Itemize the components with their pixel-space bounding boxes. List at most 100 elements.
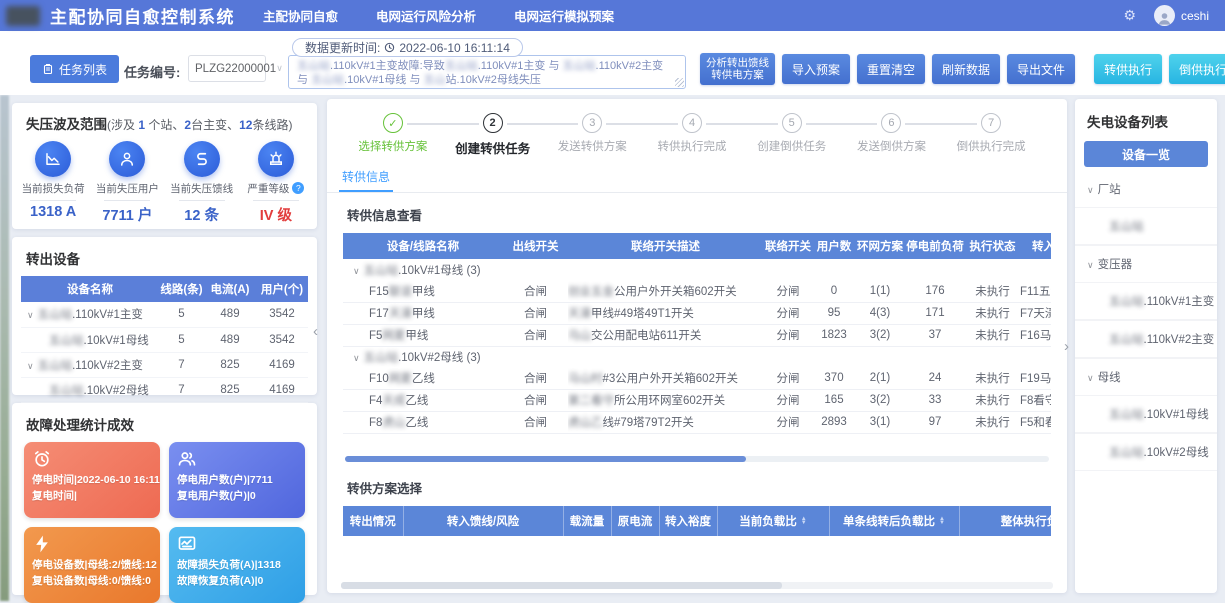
- group-row-bus2[interactable]: ∨五山站.10kV#2母线 (3): [343, 346, 1051, 367]
- check-icon: ✓: [383, 113, 403, 133]
- app-title: 主配协同自愈控制系统: [50, 3, 235, 28]
- background-image-strip: [0, 95, 9, 601]
- step-send-plan[interactable]: 3 发送转供方案: [542, 113, 642, 157]
- chevron-down-icon: ∨: [353, 266, 360, 276]
- help-icon[interactable]: ?: [292, 182, 304, 194]
- avatar: [1154, 5, 1175, 26]
- table-row[interactable]: F4天成乙线 合闸 第二看守所公用环网室602开关 分闸165 3(2)33 未…: [343, 389, 1051, 411]
- tree-group-bus[interactable]: ∨母线: [1075, 358, 1217, 395]
- device-overview-header[interactable]: 设备一览: [1084, 141, 1208, 167]
- stat-lost-feeders: 当前失压馈线 12 条: [165, 141, 239, 225]
- reset-clear-button[interactable]: 重置清空: [857, 54, 925, 84]
- fault-statistics-title: 故障处理统计成效: [12, 403, 317, 442]
- import-plan-button[interactable]: 导入预案: [782, 54, 850, 84]
- table-row[interactable]: ∨五山站.110kV#2主变 78254169: [21, 352, 308, 377]
- table-row[interactable]: F15联谊甲线 合闸 创业五金公用户外开关箱602开关 分闸0 1(1)176 …: [343, 280, 1051, 302]
- table-header-row: 转出情况 转入馈线/风险 载流量 原电流 转入裕度 当前负载比▲▼ 单条线转后负…: [343, 506, 1051, 536]
- nav-tab-self-healing[interactable]: 主配协同自愈: [263, 6, 338, 25]
- gear-icon[interactable]: ⚙: [1123, 7, 1136, 24]
- sortable-header[interactable]: 当前负载比▲▼: [717, 506, 829, 536]
- scrollbar-thumb[interactable]: [345, 456, 746, 462]
- collapse-right-icon[interactable]: ›: [1064, 338, 1069, 355]
- resize-handle[interactable]: [675, 78, 684, 87]
- scrollbar-thumb[interactable]: [341, 582, 782, 589]
- voltage-loss-scope-panel: 失压波及范围(涉及 1 个站、2台主变、12条线路) 当前损失负荷 1318 A…: [12, 103, 317, 229]
- top-navbar: 主配协同自愈控制系统 主配协同自愈 电网运行风险分析 电网运行模拟预案 ⚙ ce…: [0, 0, 1225, 31]
- step-create-task[interactable]: 2 创建转供任务: [443, 113, 543, 157]
- tree-group-station[interactable]: ∨厂站: [1075, 171, 1217, 207]
- nav-tab-simulation[interactable]: 电网运行模拟预案: [514, 6, 614, 25]
- stat-lost-users: 当前失压用户 7711 户: [90, 141, 164, 225]
- task-no-select[interactable]: PLZG22000001 ∨: [188, 55, 266, 82]
- bottom-horizontal-scrollbar: [341, 582, 1053, 589]
- tree-item[interactable]: 五山站.110kV#2主变: [1075, 320, 1217, 358]
- table-row[interactable]: 五山站.10kV#1母线 54893542: [21, 327, 308, 352]
- chevron-down-icon: ∨: [1087, 185, 1094, 195]
- sortable-header[interactable]: 整体执行负载比▲▼: [959, 506, 1051, 536]
- lightning-icon: [32, 534, 52, 554]
- step-create-reverse-task[interactable]: 5 创建倒供任务: [742, 113, 842, 157]
- tree-group-transformer[interactable]: ∨变压器: [1075, 245, 1217, 282]
- analyze-transfer-button[interactable]: 分析转出馈线转供电方案: [700, 53, 775, 85]
- step-select-plan[interactable]: ✓ 选择转供方案: [343, 113, 443, 157]
- tree-item[interactable]: 五山站: [1075, 207, 1217, 245]
- user-chip[interactable]: ceshi: [1154, 5, 1209, 26]
- nav-tab-risk-analysis[interactable]: 电网运行风险分析: [376, 6, 476, 25]
- task-no-label: 任务编号:: [124, 62, 180, 81]
- transfer-out-table: 设备名称线路(条) 电流(A)用户(个) ∨五山站.110kV#1主变 5489…: [21, 276, 308, 403]
- chevron-down-icon: ∨: [276, 63, 283, 74]
- step-reverse-done[interactable]: 7 倒供执行完成: [941, 113, 1041, 157]
- tree-item[interactable]: 五山站.10kV#1母线: [1075, 395, 1217, 433]
- tree-item[interactable]: 五山站.10kV#2母线: [1075, 433, 1217, 471]
- user-icon: [118, 150, 136, 168]
- step-transfer-done[interactable]: 4 转供执行完成: [642, 113, 742, 157]
- tab-transfer-info[interactable]: 转供信息: [339, 163, 393, 192]
- sortable-header[interactable]: 单条线转后负载比▲▼: [829, 506, 959, 536]
- nav-tabs: 主配协同自愈 电网运行风险分析 电网运行模拟预案: [263, 6, 614, 25]
- export-file-button[interactable]: 导出文件: [1007, 54, 1075, 84]
- transfer-exec-button[interactable]: 转供执行: [1094, 54, 1162, 84]
- table-header-row: 设备名称线路(条) 电流(A)用户(个): [21, 276, 308, 302]
- table-row[interactable]: F5网夏甲线 合闸 乌山交公用配电站611开关 分闸1823 3(2)37 未执…: [343, 324, 1051, 346]
- device-list-title: 失电设备列表: [1075, 99, 1217, 141]
- update-time-pill: 数据更新时间: 2022-06-10 16:11:14: [292, 38, 523, 57]
- workflow-stepper: ✓ 选择转供方案 2 创建转供任务 3 发送转供方案 4 转供执行完成 5 创建…: [327, 99, 1067, 157]
- plan-select-table: 转出情况 转入馈线/风险 载流量 原电流 转入裕度 当前负载比▲▼ 单条线转后负…: [343, 506, 1051, 536]
- clipboard-icon: [42, 63, 54, 75]
- tree-item[interactable]: 五山站.110kV#1主变: [1075, 282, 1217, 320]
- table-row[interactable]: ∨五山站.110kV#1主变 54893542: [21, 302, 308, 327]
- device-tree: ∨厂站 五山站 ∨变压器 五山站.110kV#1主变 五山站.110kV#2主变…: [1075, 171, 1217, 471]
- transfer-out-title: 转出设备: [12, 237, 317, 276]
- transfer-info-table: 设备/线路名称出线开关 联络开关描述联络开关 用户数环网方案 停电前负荷执行状态…: [343, 233, 1051, 434]
- toolbar: 任务列表 任务编号: PLZG22000001 ∨ 数据更新时间: 2022-0…: [0, 31, 1225, 95]
- user-name: ceshi: [1181, 9, 1209, 23]
- task-list-button[interactable]: 任务列表: [30, 55, 119, 83]
- sort-icon: ▲▼: [939, 517, 945, 526]
- table-row[interactable]: F10网夏乙线 合闸 马山村#3公用户外开关箱602开关 分闸370 2(1)2…: [343, 367, 1051, 389]
- chart-decline-icon: [44, 150, 62, 168]
- toolbar-actions: 分析转出馈线转供电方案 导入预案 重置清空 刷新数据 导出文件 转供执行 倒供执…: [700, 53, 1225, 85]
- alarm-clock-icon: [32, 449, 52, 469]
- transfer-workflow-panel: ✓ 选择转供方案 2 创建转供任务 3 发送转供方案 4 转供执行完成 5 创建…: [327, 99, 1067, 593]
- reverse-exec-button[interactable]: 倒供执行: [1169, 54, 1225, 84]
- task-no-value: PLZG22000001: [195, 63, 276, 75]
- group-row-bus1[interactable]: ∨五山站.10kV#1母线 (3): [343, 259, 1051, 280]
- sort-icon: ▲▼: [801, 517, 807, 526]
- collapse-left-icon[interactable]: ‹: [313, 323, 318, 340]
- fault-description-textarea[interactable]: 五山站.110kV#1主变故障:导致五山站.110kV#1主变 与 五山站.11…: [288, 55, 686, 89]
- outage-users-card: 停电用户数(户)|7711 复电用户数(户)|0: [169, 442, 305, 518]
- table-row[interactable]: F17天濠甲线 合闸 天濠甲线#49塔49T1开关 分闸95 4(3)171 未…: [343, 302, 1051, 324]
- impact-title: 失压波及范围: [26, 117, 107, 132]
- refresh-data-button[interactable]: 刷新数据: [932, 54, 1000, 84]
- alarm-lamp-icon: [267, 150, 285, 168]
- outage-devices-card: 停电设备数|母线:2/馈线:12 复电设备数|母线:0/馈线:0: [24, 527, 160, 603]
- chevron-down-icon[interactable]: ∨: [27, 361, 34, 371]
- step-send-reverse-plan[interactable]: 6 发送倒供方案: [842, 113, 942, 157]
- table-row[interactable]: F8虎山乙线 合闸 虎山乙线#79塔79T2开关 分闸2893 3(1)97 未…: [343, 411, 1051, 433]
- table-row[interactable]: 五山站.10kV#2母线 78254169: [21, 377, 308, 402]
- load-monitor-icon: [177, 534, 197, 554]
- fault-statistics-panel: 故障处理统计成效 停电时间|2022-06-10 16:11 复电时间| 停电用…: [12, 403, 317, 595]
- table-header-row: 设备/线路名称出线开关 联络开关描述联络开关 用户数环网方案 停电前负荷执行状态…: [343, 233, 1051, 259]
- stat-severity-level: 严重等级 ? IV 级: [239, 141, 313, 225]
- chevron-down-icon[interactable]: ∨: [27, 310, 34, 320]
